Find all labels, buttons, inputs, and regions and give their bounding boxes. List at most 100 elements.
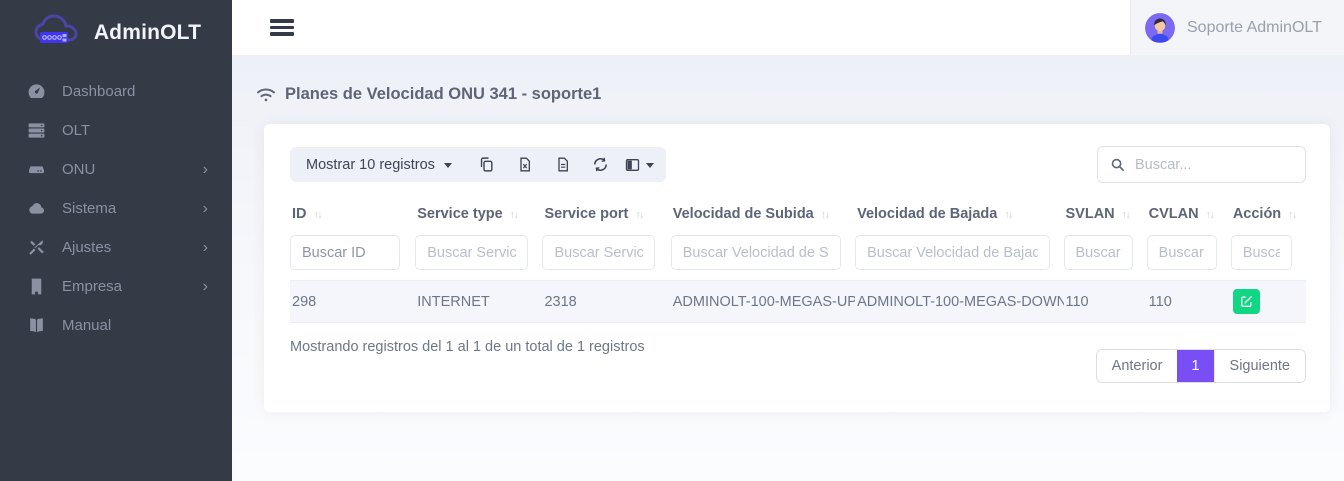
olt-server-icon xyxy=(27,121,46,140)
chevron-right-icon: › xyxy=(203,279,208,295)
filter-input-vel-bajada[interactable] xyxy=(855,235,1049,270)
edit-button[interactable] xyxy=(1233,289,1260,314)
table-search xyxy=(1097,146,1306,183)
sort-icon: ↑↓ xyxy=(635,209,643,221)
sort-icon: ↑↓ xyxy=(821,209,829,221)
sidebar-item-onu[interactable]: ONU › xyxy=(0,150,232,189)
copy-button[interactable] xyxy=(468,147,506,182)
content: Planes de Velocidad ONU 341 - soporte1 M… xyxy=(232,55,1344,481)
column-header-id[interactable]: ID↑↓ xyxy=(290,195,415,233)
export-file-button[interactable] xyxy=(544,147,582,182)
caret-down-icon xyxy=(444,163,452,168)
refresh-icon xyxy=(592,156,609,173)
copy-icon xyxy=(478,156,495,173)
cell-accion xyxy=(1231,281,1306,323)
page-title-row: Planes de Velocidad ONU 341 - soporte1 xyxy=(256,85,1330,104)
table-footer: Mostrando registros del 1 al 1 de un tot… xyxy=(290,339,1306,383)
sidebar: AdminOLT Dashboard OLT ONU › Sistema xyxy=(0,0,232,481)
page-title: Planes de Velocidad ONU 341 - soporte1 xyxy=(285,85,601,104)
chevron-right-icon: › xyxy=(203,201,208,217)
file-lines-icon xyxy=(555,156,571,173)
sort-icon: ↑↓ xyxy=(314,209,322,221)
column-visibility-button[interactable] xyxy=(620,147,658,182)
sidebar-item-dashboard[interactable]: Dashboard xyxy=(0,72,232,111)
sidebar-item-label: Sistema xyxy=(62,200,116,217)
toolbar-button-group: Mostrar 10 registros xyxy=(290,147,666,182)
user-menu[interactable]: Soporte AdminOLT xyxy=(1130,0,1344,55)
excel-file-icon xyxy=(517,156,533,173)
filter-input-vel-subida[interactable] xyxy=(671,235,841,270)
column-header-service-type[interactable]: Service type↑↓ xyxy=(415,195,542,233)
app-title: AdminOLT xyxy=(94,21,201,45)
edit-icon xyxy=(1240,295,1253,308)
avatar xyxy=(1145,13,1175,43)
search-input[interactable] xyxy=(1135,157,1293,173)
onu-device-icon xyxy=(27,160,46,179)
cell-svlan: 110 xyxy=(1064,281,1147,323)
sidebar-item-ajustes[interactable]: Ajustes › xyxy=(0,228,232,267)
app-logo[interactable]: AdminOLT xyxy=(0,0,232,58)
pagination-prev-button[interactable]: Anterior xyxy=(1097,350,1178,382)
hamburger-menu-button[interactable] xyxy=(270,16,294,39)
page-length-dropdown[interactable]: Mostrar 10 registros xyxy=(306,157,468,173)
filter-input-accion[interactable] xyxy=(1231,235,1292,270)
book-icon xyxy=(27,316,46,335)
table-row: 298 INTERNET 2318 ADMINOLT-100-MEGAS-UP … xyxy=(290,281,1306,323)
pagination-next-button[interactable]: Siguiente xyxy=(1214,350,1305,382)
chevron-right-icon: › xyxy=(203,162,208,178)
cloud-olt-logo-icon xyxy=(31,14,85,52)
cell-service-type: INTERNET xyxy=(415,281,542,323)
column-header-cvlan[interactable]: CVLAN↑↓ xyxy=(1147,195,1231,233)
table-filter-row xyxy=(290,233,1306,281)
cell-id: 298 xyxy=(290,281,415,323)
datatable-card: Mostrar 10 registros xyxy=(264,124,1330,412)
filter-input-service-type[interactable] xyxy=(415,235,528,270)
sidebar-item-sistema[interactable]: Sistema › xyxy=(0,189,232,228)
user-name: Soporte AdminOLT xyxy=(1187,19,1322,37)
dashboard-icon xyxy=(27,82,46,101)
cell-vel-bajada: ADMINOLT-100-MEGAS-DOWN xyxy=(855,281,1063,323)
column-header-vel-bajada[interactable]: Velocidad de Bajada↑↓ xyxy=(855,195,1063,233)
sidebar-item-label: Manual xyxy=(62,317,111,334)
cloud-icon xyxy=(27,199,46,218)
columns-icon xyxy=(624,157,641,173)
cell-vel-subida: ADMINOLT-100-MEGAS-UP xyxy=(671,281,855,323)
sidebar-item-label: Ajustes xyxy=(62,239,111,256)
pagination-page-1[interactable]: 1 xyxy=(1177,350,1213,382)
sidebar-item-label: Dashboard xyxy=(62,83,135,100)
filter-input-service-port[interactable] xyxy=(542,235,655,270)
pagination: Anterior 1 Siguiente xyxy=(1096,349,1306,383)
filter-input-cvlan[interactable] xyxy=(1147,235,1217,270)
cell-service-port: 2318 xyxy=(542,281,670,323)
sort-icon: ↑↓ xyxy=(1004,209,1012,221)
sidebar-menu: Dashboard OLT ONU › Sistema › Aj xyxy=(0,58,232,345)
table-toolbar: Mostrar 10 registros xyxy=(290,146,1306,183)
sidebar-item-label: Empresa xyxy=(62,278,122,295)
refresh-button[interactable] xyxy=(582,147,620,182)
sidebar-item-label: ONU xyxy=(62,161,95,178)
plans-table: ID↑↓ Service type↑↓ Service port↑↓ Veloc… xyxy=(290,195,1306,323)
cell-cvlan: 110 xyxy=(1147,281,1231,323)
records-info: Mostrando registros del 1 al 1 de un tot… xyxy=(290,339,645,355)
caret-down-icon xyxy=(646,163,654,168)
column-header-accion[interactable]: Acción↑↓ xyxy=(1231,195,1306,233)
column-header-vel-subida[interactable]: Velocidad de Subida↑↓ xyxy=(671,195,855,233)
column-header-service-port[interactable]: Service port↑↓ xyxy=(542,195,670,233)
tools-icon xyxy=(27,238,46,257)
sidebar-item-olt[interactable]: OLT xyxy=(0,111,232,150)
main-area: Soporte AdminOLT Planes de Velocidad ONU… xyxy=(232,0,1344,481)
filter-input-id[interactable] xyxy=(290,235,400,270)
sort-icon: ↑↓ xyxy=(1206,209,1214,221)
sidebar-item-empresa[interactable]: Empresa › xyxy=(0,267,232,306)
wifi-icon xyxy=(256,86,276,103)
page-length-label: Mostrar 10 registros xyxy=(306,157,435,173)
sort-icon: ↑↓ xyxy=(1288,209,1296,221)
filter-input-svlan[interactable] xyxy=(1064,235,1133,270)
sidebar-item-manual[interactable]: Manual xyxy=(0,306,232,345)
table-header-row: ID↑↓ Service type↑↓ Service port↑↓ Veloc… xyxy=(290,195,1306,233)
column-header-svlan[interactable]: SVLAN↑↓ xyxy=(1064,195,1147,233)
topbar: Soporte AdminOLT xyxy=(232,0,1344,55)
sidebar-item-label: OLT xyxy=(62,122,90,139)
sort-icon: ↑↓ xyxy=(1122,209,1130,221)
export-excel-button[interactable] xyxy=(506,147,544,182)
